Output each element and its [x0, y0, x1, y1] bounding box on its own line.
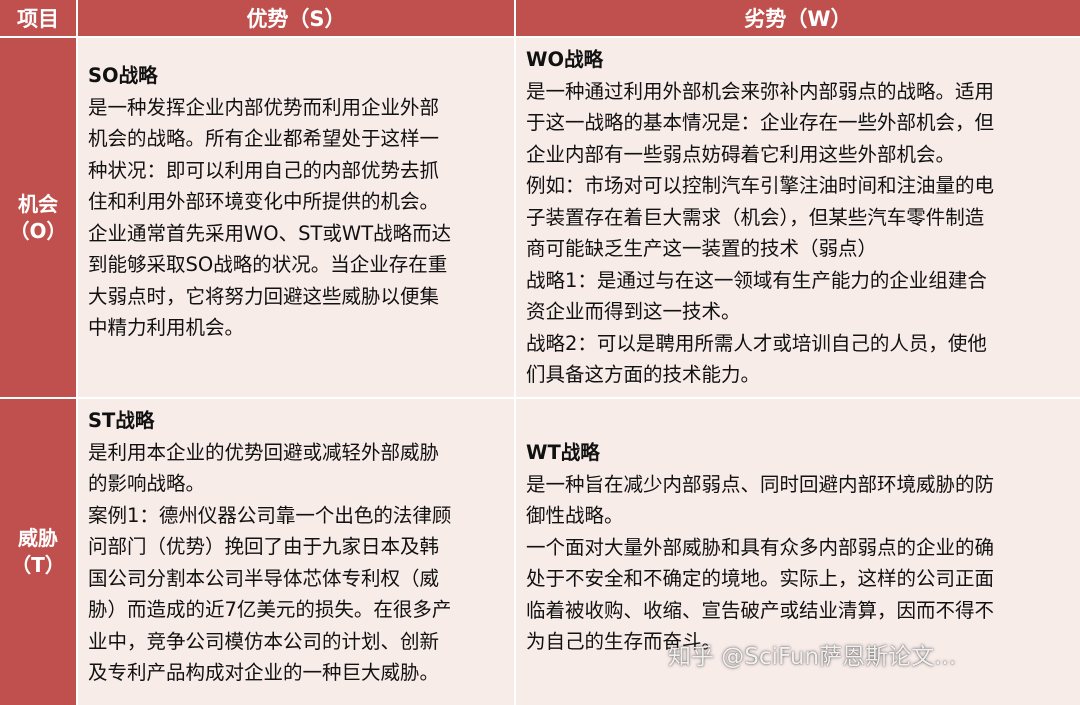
- st-line: 国公司分割本公司半导体芯体专利权（威: [88, 566, 440, 590]
- wt-line: 是一种旨在减少内部弱点、同时回避内部环境威胁的防: [526, 472, 995, 496]
- opportunities-code: （O）: [9, 218, 67, 243]
- so-line: 机会的战略。所有企业都希望处于这样一: [88, 127, 440, 150]
- so-strategy-title: SO战略: [88, 64, 158, 87]
- opportunities-label: 机会: [18, 191, 58, 216]
- wo-line: 于这一战略的基本情况是：企业存在一些外部机会，但: [526, 111, 995, 134]
- st-line: 胁）而造成的近7亿美元的损失。在很多产: [88, 598, 452, 621]
- wo-line: 企业内部有一些弱点妨碍着它利用这些外部机会。: [526, 142, 956, 166]
- st-strategy-cell: ST战略 是利用本企业的优势回避或减轻外部威胁 的影响战略。 案例1：德州仪器公…: [78, 399, 516, 705]
- wo-line: 战略2：可以是聘用所需人才或培训自己的人员，使他: [526, 331, 987, 355]
- wt-strategy-title: WT战略: [526, 441, 600, 464]
- so-line: 企业通常首先采用WO、ST或WT战略而达: [88, 221, 452, 245]
- so-line: 是一种发挥企业内部优势而利用企业外部: [88, 95, 440, 119]
- st-line: 业中，竞争公司模仿本公司的计划、创新: [88, 629, 440, 653]
- st-line: 案例1：德州仪器公司靠一个出色的法律顾: [88, 503, 452, 527]
- wo-strategy-title: WO战略: [526, 48, 604, 71]
- zhihu-watermark: 知乎 @SciFun萨恩斯论文...: [668, 644, 957, 670]
- so-strategy-cell: SO战略 是一种发挥企业内部优势而利用企业外部 机会的战略。所有企业都希望处于这…: [78, 38, 516, 399]
- header-weaknesses-label: 劣势（W）: [516, 0, 1080, 38]
- header-item-label: 项目: [0, 0, 78, 38]
- wo-strategy-cell: WO战略 是一种通过利用外部机会来弥补内部弱点的战略。适用 于这一战略的基本情况…: [516, 38, 1080, 399]
- wt-line: 临着被收购、收缩、宣告破产或结业清算，因而不得不: [526, 598, 995, 622]
- wo-line: 们具备这方面的技术能力。: [526, 363, 761, 386]
- st-line: 问部门（优势）挽回了由于九家日本及韩: [88, 535, 440, 558]
- row-threats-header: 威胁 （T）: [0, 399, 78, 705]
- wo-line: 子装置存在着巨大需求（机会），但某些汽车零件制造: [526, 205, 985, 229]
- wt-line: 处于不安全和不确定的境地。实际上，这样的公司正面: [526, 567, 995, 590]
- row-opportunities-header: 机会 （O）: [0, 38, 78, 399]
- so-line: 大弱点时，它将努力回避这些威胁以便集: [88, 284, 440, 308]
- st-line: 及专利产品构成对企业的一种巨大威胁。: [88, 661, 440, 684]
- so-line: 到能够采取SO战略的状况。当企业存在重: [88, 253, 448, 276]
- wt-line: 御性战略。: [526, 504, 624, 527]
- wt-line: 一个面对大量外部威胁和具有众多内部弱点的企业的确: [526, 535, 995, 559]
- threats-code: （T）: [11, 553, 65, 577]
- st-line: 是利用本企业的优势回避或减轻外部威胁: [88, 440, 440, 464]
- wo-line: 是一种通过利用外部机会来弥补内部弱点的战略。适用: [526, 79, 995, 103]
- wo-line: 例如：市场对可以控制汽车引擎注油时间和注油量的电: [526, 174, 995, 197]
- st-strategy-title: ST战略: [88, 409, 155, 432]
- threats-label: 威胁: [18, 526, 58, 550]
- swot-table: 项目 优势（S） 劣势（W） 机会 （O） SO战略 是一种发挥企业内部优势而利…: [0, 0, 1080, 705]
- so-line: 中精力利用机会。: [88, 316, 245, 339]
- so-line: 住和利用外部环境变化中所提供的机会。: [88, 190, 440, 213]
- wo-line: 资企业而得到这一技术。: [526, 300, 741, 323]
- wo-line: 战略1：是通过与在这一领域有生产能力的企业组建合: [526, 268, 987, 292]
- header-strengths-label: 优势（S）: [78, 0, 516, 38]
- st-line: 的影响战略。: [88, 472, 206, 495]
- so-line: 种状况：即可以利用自己的内部优势去抓: [88, 158, 440, 182]
- wo-line: 商可能缺乏生产这一装置的技术（弱点）: [526, 237, 878, 260]
